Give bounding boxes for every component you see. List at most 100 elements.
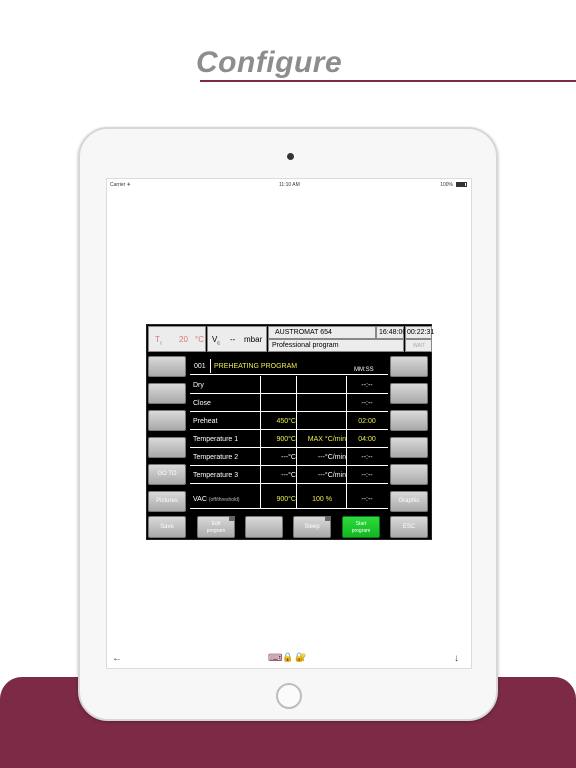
goto-button[interactable]: GO TO — [148, 464, 186, 485]
clock-display: 16:48:00 — [376, 326, 407, 339]
model-text: AUSTROMAT 654 — [275, 329, 332, 336]
battery-icon — [456, 182, 467, 187]
vacuum-display: Vc -- mbar — [207, 326, 267, 352]
tc-unit: °C — [195, 335, 204, 344]
home-button[interactable] — [276, 683, 302, 709]
sleep-label: Sleep — [304, 524, 320, 530]
sleep-button[interactable]: Sleep — [293, 516, 331, 538]
program-step-row[interactable]: Close --:-- — [190, 394, 388, 412]
step-label: VAC (off/threshold) — [193, 496, 240, 503]
column-divider — [346, 484, 347, 509]
headline-rule — [200, 80, 576, 82]
step-time: --:-- — [361, 472, 373, 479]
model-name: AUSTROMAT 654 — [268, 326, 376, 339]
column-divider — [346, 430, 347, 448]
start-program-button[interactable]: Start program — [342, 516, 380, 538]
program-step-row[interactable]: Preheat 450°C 02:00 — [190, 412, 388, 430]
right-button-4[interactable] — [390, 437, 428, 458]
right-button-2[interactable] — [390, 383, 428, 404]
step-time: --:-- — [361, 496, 373, 503]
program-step-row[interactable]: Dry --:-- — [190, 376, 388, 394]
down-arrow-icon[interactable]: ↓ — [454, 653, 459, 664]
step-time: --:-- — [361, 382, 373, 389]
step-label: Temperature 1 — [193, 436, 239, 443]
elapsed-text: 00:22:31 — [407, 329, 435, 336]
program-step-row[interactable]: Temperature 1 900°C MAX °C/min 04:00 — [190, 430, 388, 448]
clock-text: 16:48:00 — [379, 329, 407, 336]
tc-label: Tc — [155, 335, 163, 347]
blank-button[interactable] — [245, 516, 283, 538]
step-time: 02:00 — [358, 418, 376, 425]
step-rate: ---°C/min — [317, 472, 346, 479]
vc-unit: mbar — [244, 335, 263, 344]
esc-button[interactable]: ESC — [390, 516, 428, 538]
step-temp: ---°C — [281, 454, 296, 461]
program-step-row[interactable]: Temperature 2 ---°C ---°C/min --:-- — [190, 448, 388, 466]
back-arrow-icon[interactable]: ← — [112, 653, 122, 664]
vc-label: Vc — [212, 335, 220, 347]
status-time: 11:10 AM — [279, 182, 300, 188]
program-title-row: 001 PREHEATING PROGRAM MM:SS — [190, 355, 388, 375]
step-label: Temperature 2 — [193, 454, 239, 461]
program-name: PREHEATING PROGRAM — [214, 363, 298, 370]
wait-indicator: WAIT — [405, 339, 432, 352]
left-button-1[interactable] — [148, 356, 186, 377]
oven-control-panel: Tc 20 °C Vc -- mbar AUSTROMAT 654 16:48:… — [146, 324, 435, 540]
sleep-corner-tab — [325, 516, 331, 521]
edit-line-2: program — [206, 528, 226, 534]
step-temp: ---°C — [281, 472, 296, 479]
app-page: Configure Carrier ✈ 11:10 AM 100% Tc 20 … — [0, 0, 576, 768]
edit-corner-tab — [229, 516, 235, 521]
step-label: Preheat — [193, 418, 218, 425]
step-temp: 450°C — [276, 418, 296, 425]
elapsed-display: 00:22:31 — [405, 326, 435, 339]
column-divider — [346, 412, 347, 430]
program-step-row[interactable]: VAC (off/threshold) 900°C 100 % --:-- — [190, 484, 388, 509]
column-divider — [296, 430, 297, 448]
right-button-1[interactable] — [390, 356, 428, 377]
graphic-button[interactable]: Graphic — [390, 491, 428, 512]
time-unit-label: MM:SS — [354, 367, 374, 373]
step-label: Close — [193, 400, 211, 407]
right-button-3[interactable] — [390, 410, 428, 431]
step-rate: MAX °C/min — [307, 436, 346, 443]
program-number: 001 — [194, 363, 206, 370]
start-line-2: program — [351, 528, 371, 534]
program-step-row[interactable]: Temperature 3 ---°C ---°C/min --:-- — [190, 466, 388, 484]
tc-value: 20 — [179, 335, 188, 344]
left-button-3[interactable] — [148, 410, 186, 431]
wait-text: WAIT — [413, 343, 426, 349]
column-divider — [346, 376, 347, 394]
camera-icon — [287, 153, 294, 160]
start-line-1: Start — [355, 521, 367, 527]
lock-icon[interactable]: 🔒 — [282, 652, 293, 663]
pictures-button[interactable]: Pictures — [148, 491, 186, 512]
edit-line-1: Edit — [211, 521, 221, 527]
left-button-2[interactable] — [148, 383, 186, 404]
save-button[interactable]: Save — [148, 516, 186, 538]
keyboard-icon[interactable]: ⌨ — [268, 653, 282, 664]
column-divider — [346, 466, 347, 484]
chamber-temp-display: Tc 20 °C — [148, 326, 206, 352]
step-label: Dry — [193, 382, 204, 389]
column-divider — [296, 376, 297, 394]
step-temp: 900°C — [276, 436, 296, 443]
edit-program-button[interactable]: Edit program — [197, 516, 235, 538]
status-carrier: Carrier ✈ — [110, 182, 131, 188]
step-time: --:-- — [361, 400, 373, 407]
program-type: Professional program — [268, 339, 404, 352]
step-time: 04:00 — [358, 436, 376, 443]
left-button-4[interactable] — [148, 437, 186, 458]
column-divider — [296, 412, 297, 430]
step-time: --:-- — [361, 454, 373, 461]
column-divider — [296, 466, 297, 484]
page-headline: Configure — [196, 46, 343, 79]
step-rate: 100 % — [312, 496, 332, 503]
step-label: Temperature 3 — [193, 472, 239, 479]
vc-value: -- — [230, 335, 236, 344]
right-button-5[interactable] — [390, 464, 428, 485]
column-divider — [296, 448, 297, 466]
lock-alt-icon[interactable]: 🔐 — [295, 652, 306, 663]
step-rate: ---°C/min — [317, 454, 346, 461]
status-bar: Carrier ✈ 11:10 AM 100% — [107, 179, 471, 191]
